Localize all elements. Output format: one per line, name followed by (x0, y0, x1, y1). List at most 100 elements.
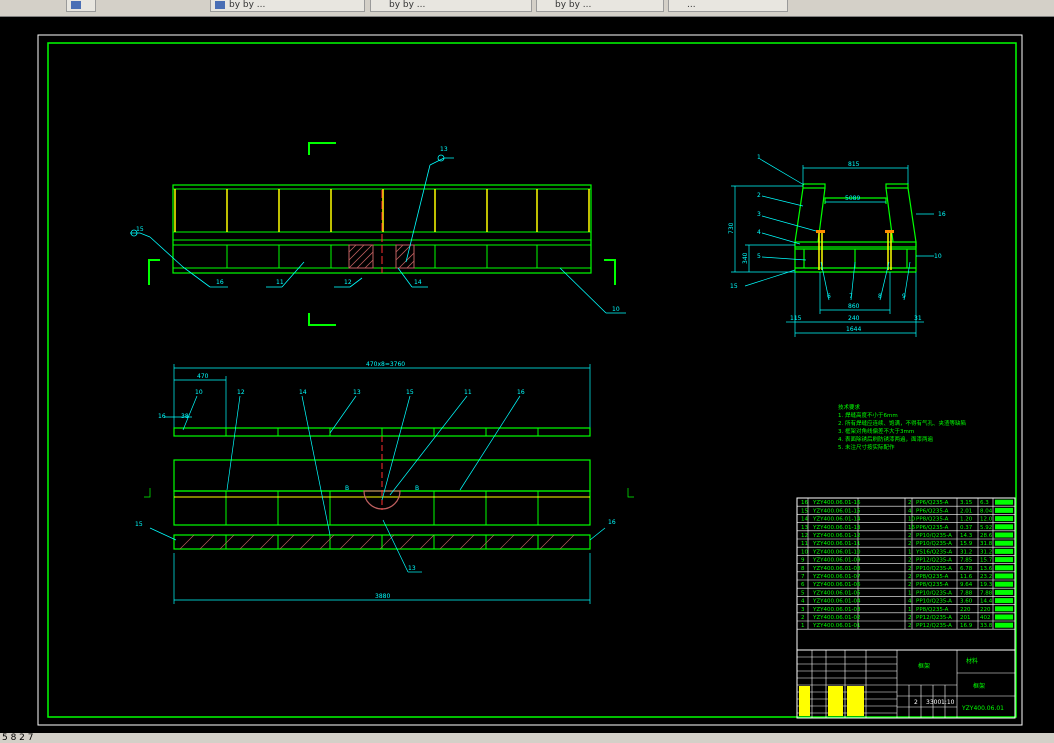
dim-inner: 5089 (845, 195, 860, 202)
dim-plan-top: 470x8=3760 (366, 361, 405, 368)
bom-note-swatch (995, 516, 1013, 522)
svg-text:10: 10 (612, 306, 620, 313)
svg-text:15: 15 (406, 389, 414, 396)
bom-cell: 2.01 (960, 508, 972, 514)
svg-text:10: 10 (934, 253, 942, 260)
bom-row: 5 YZY400.06.01-05 1 PP10/Q235-A 7.88 7.88 (801, 589, 1013, 596)
bom-cell: 14 (801, 517, 808, 523)
svg-text:5: 5 (757, 253, 761, 260)
bom-note-swatch (995, 540, 1013, 546)
document-tab[interactable]: ... (668, 0, 788, 12)
bom-cell: 13 (801, 525, 808, 531)
dim-width: 815 (848, 161, 860, 168)
svg-text:8: 8 (878, 293, 882, 300)
bom-note-swatch (995, 499, 1013, 505)
bom-cell: 11.6 (960, 574, 973, 580)
bom-cell: 15.7 (980, 558, 993, 564)
drawing-icon (71, 1, 81, 9)
bom-cell: 31.2 (980, 549, 992, 555)
bom-cell: 1 (908, 549, 912, 555)
bom-note-swatch (995, 507, 1013, 513)
front-view: 15 13 16 11 12 14 10 (130, 142, 626, 326)
bom-cell: 9 (801, 558, 805, 564)
bom-cell: YZY400.06.01-03 (812, 607, 861, 613)
bom-row: 6 YZY400.06.01-06 2 PP8/Q235-A 9.64 19.3 (801, 581, 1013, 588)
bom-cell: PP10/Q235-A (916, 533, 952, 539)
bom-cell: 7 (801, 574, 805, 580)
bom-cell: 2 (908, 533, 912, 539)
bom-cell: 402 (980, 615, 991, 621)
svg-text:B: B (345, 485, 349, 492)
bom-cell: 4 (801, 599, 805, 605)
bom-cell: 11 (801, 541, 808, 547)
drawing-canvas[interactable]: 15 13 16 11 12 14 10 815 5089 730 340 86… (0, 17, 1054, 733)
svg-text:1: 1 (757, 154, 761, 161)
weight: 3300 (926, 699, 941, 706)
bom-cell: 2 (908, 566, 912, 572)
bom-cell: 6.78 (960, 566, 973, 572)
bom-cell: PP8/Q235-A (916, 582, 949, 588)
bom-cell: PP6/Q235-A (916, 500, 949, 506)
bom-cell: YZY400.06.01-09 (812, 558, 861, 564)
bom-cell: 220 (960, 607, 971, 613)
bom-cell: 23.2 (980, 574, 992, 580)
document-tab[interactable] (66, 0, 96, 12)
bom-cell: PP12/Q235-A (916, 623, 952, 629)
dim-plan-left: 470 (197, 373, 209, 380)
bom-note-swatch (995, 589, 1013, 595)
side-view: 815 5089 730 340 860 240 1644 115 31 1 2… (728, 154, 946, 337)
bom-note-swatch (995, 622, 1013, 628)
bom-cell: YZY400.06.01-05 (812, 590, 861, 596)
document-tab[interactable]: by by ... (210, 0, 365, 12)
dim-base: 860 (848, 303, 860, 310)
bill-of-materials: 16 YZY400.06.01-16 2 PP6/Q235-A 3.15 6.315 YZY… (796, 497, 1016, 651)
bom-cell: YZY400.06.01-11 (812, 541, 860, 547)
bom-cell: 2 (801, 615, 805, 621)
bom-cell: YZY400.06.01-10 (812, 549, 861, 555)
note-line: 3. 框架对角线偏差不大于3mm (838, 427, 914, 435)
svg-text:16: 16 (938, 211, 946, 218)
bom-cell: 14.4 (980, 599, 993, 605)
bom-cell: 201 (960, 615, 971, 621)
bom-note-swatch (995, 573, 1013, 579)
bom-cell: PP10/Q235-A (916, 590, 952, 596)
drawing-icon (215, 1, 225, 9)
section-mark (308, 142, 336, 155)
bom-cell: 4 (908, 508, 912, 514)
bom-cell: YZY400.06.01-15 (812, 508, 861, 514)
svg-text:13: 13 (353, 389, 361, 396)
dim-total: 1644 (846, 326, 861, 333)
bom-cell: 10 (908, 517, 915, 523)
dim-plan-bottom: 3880 (375, 593, 390, 600)
bom-cell: 16 (801, 500, 808, 506)
bom-note-swatch (995, 598, 1013, 604)
bom-note-swatch (995, 532, 1013, 538)
bom-cell: 2 (908, 541, 912, 547)
bom-cell: YS16/Q235-A (915, 549, 952, 555)
bom-cell: PP8/Q235-A (916, 607, 949, 613)
bom-cell: 16.9 (960, 623, 973, 629)
bom-cell: PP10/Q235-A (916, 541, 952, 547)
svg-text:16: 16 (517, 389, 525, 396)
bom-cell: 15.9 (960, 541, 973, 547)
note-line: 2. 所有焊缝应连续、饱满，不得有气孔、夹渣等缺陷 (838, 419, 966, 427)
bom-cell: 33.8 (980, 623, 993, 629)
bom-cell: 16 (908, 525, 915, 531)
bom-cell: 1.20 (960, 517, 973, 523)
bom-cell: 31.8 (980, 541, 993, 547)
bom-cell: 15 (801, 508, 808, 514)
bom-cell: 9.64 (960, 582, 973, 588)
bom-cell: 14.3 (960, 533, 973, 539)
svg-text:框架: 框架 (973, 682, 985, 690)
bom-note-swatch (995, 557, 1013, 563)
bom-cell: PP10/Q235-A (916, 599, 952, 605)
bom-cell: 1 (908, 607, 912, 613)
document-tab[interactable]: by by ... (536, 0, 664, 12)
bom-note-swatch (995, 614, 1013, 620)
svg-text:B: B (415, 485, 419, 492)
document-tab[interactable]: by by ... (370, 0, 532, 12)
plan-view: 470x8=3760 470 3880 16 38 10 12 14 13 15… (135, 361, 634, 604)
svg-text:13: 13 (440, 146, 448, 153)
section-mark (148, 259, 160, 285)
bom-cell: 2 (908, 574, 912, 580)
